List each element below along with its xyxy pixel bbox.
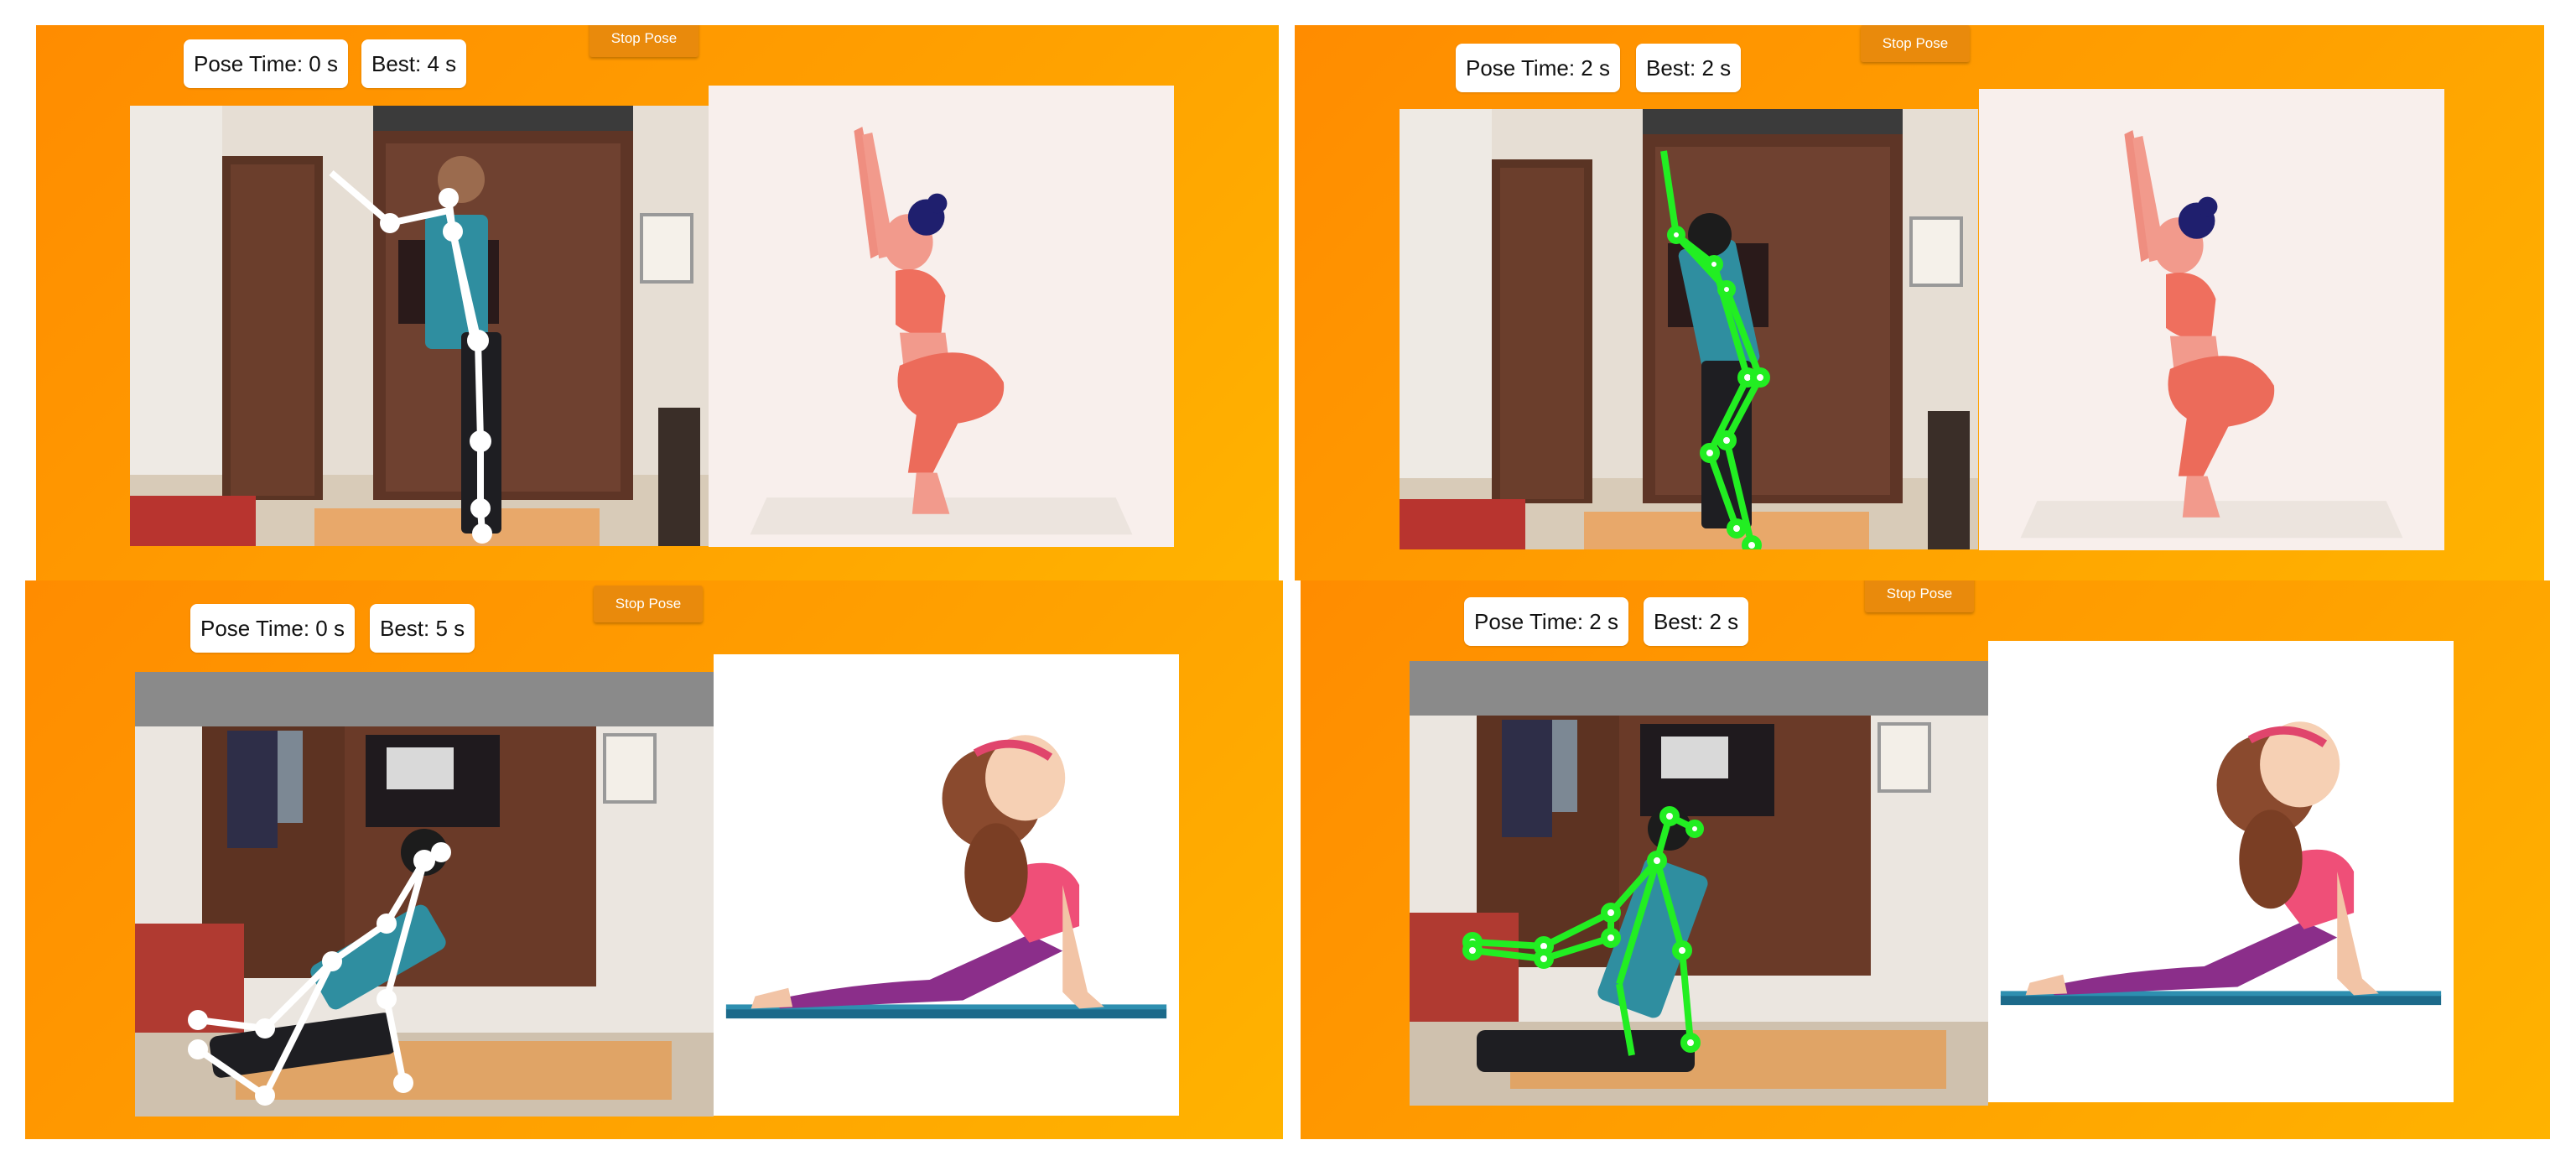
- stop-pose-button[interactable]: Stop Pose: [594, 586, 703, 622]
- best-time-badge: Best: 2 s: [1636, 44, 1742, 92]
- cobra-pose-illustration: [714, 654, 1179, 1116]
- webcam-scene: [130, 106, 709, 546]
- reference-pose-image: [1979, 89, 2444, 550]
- reference-pose-image: [714, 654, 1179, 1116]
- webcam-feed: [1400, 109, 1978, 549]
- pose-time-badge: Pose Time: 2 s: [1464, 597, 1628, 646]
- pose-time-badge: Pose Time: 0 s: [184, 39, 348, 88]
- pose-panel-1: Pose Time: 0 s Best: 4 s Stop Pose: [36, 25, 1279, 580]
- webcam-scene: [135, 672, 714, 1117]
- best-time-badge: Best: 2 s: [1644, 597, 1749, 646]
- pose-time-badge: Pose Time: 2 s: [1456, 44, 1620, 92]
- webcam-feed: [135, 672, 714, 1117]
- reference-pose-image: [709, 86, 1174, 547]
- chair-pose-illustration: [1979, 89, 2444, 550]
- chair-pose-illustration: [709, 86, 1174, 547]
- pose-panel-2: Pose Time: 2 s Best: 2 s Stop Pose: [1295, 25, 2544, 580]
- pose-time-badge: Pose Time: 0 s: [190, 604, 355, 653]
- best-time-badge: Best: 4 s: [361, 39, 467, 88]
- pose-panel-3: Pose Time: 0 s Best: 5 s Stop Pose: [25, 580, 1283, 1139]
- best-time-badge: Best: 5 s: [370, 604, 475, 653]
- webcam-feed: [130, 106, 709, 546]
- stop-pose-button[interactable]: Stop Pose: [1865, 580, 1974, 612]
- reference-pose-image: [1988, 641, 2454, 1102]
- pose-panel-4: Pose Time: 2 s Best: 2 s Stop Pose: [1301, 580, 2550, 1139]
- webcam-scene: [1400, 109, 1978, 549]
- webcam-scene: [1410, 661, 1988, 1106]
- cobra-pose-illustration: [1988, 641, 2454, 1102]
- stop-pose-button[interactable]: Stop Pose: [1861, 25, 1970, 62]
- webcam-feed: [1410, 661, 1988, 1106]
- stop-pose-button[interactable]: Stop Pose: [589, 25, 699, 57]
